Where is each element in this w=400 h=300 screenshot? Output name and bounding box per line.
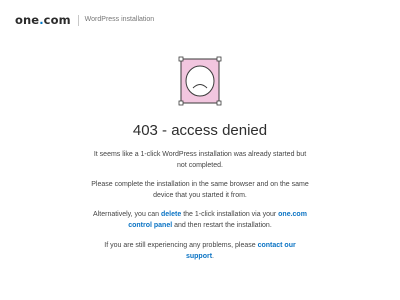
info-paragraph-incomplete: It seems like a 1-click WordPress instal… <box>93 151 307 169</box>
support-text-after: . <box>212 252 214 260</box>
alternative-text-middle: the 1-click installation via your <box>181 211 279 218</box>
delete-link[interactable]: delete <box>161 211 181 218</box>
alternative-text-after: and then restart the installation. <box>172 221 272 229</box>
logo-tld: com <box>43 13 71 27</box>
page-title: 403 - access denied <box>132 122 268 139</box>
sad-face-document-icon <box>178 56 222 106</box>
alternative-text-before: Alternatively, you can <box>93 211 162 218</box>
info-paragraph-support: If you are still experiencing any proble… <box>90 241 310 262</box>
info-paragraph-alternative: Alternatively, you can delete the 1-clic… <box>90 210 310 231</box>
one-com-logo[interactable]: one.com <box>15 12 71 28</box>
header-divider <box>77 14 79 26</box>
support-text-before: If you are still experiencing any proble… <box>104 242 258 249</box>
logo-name: one <box>15 13 40 27</box>
info-paragraph-same-browser: Please complete the installation in the … <box>91 181 309 199</box>
header-subtitle: WordPress installation <box>84 16 155 23</box>
site-header: one.com WordPress installation <box>15 12 154 28</box>
